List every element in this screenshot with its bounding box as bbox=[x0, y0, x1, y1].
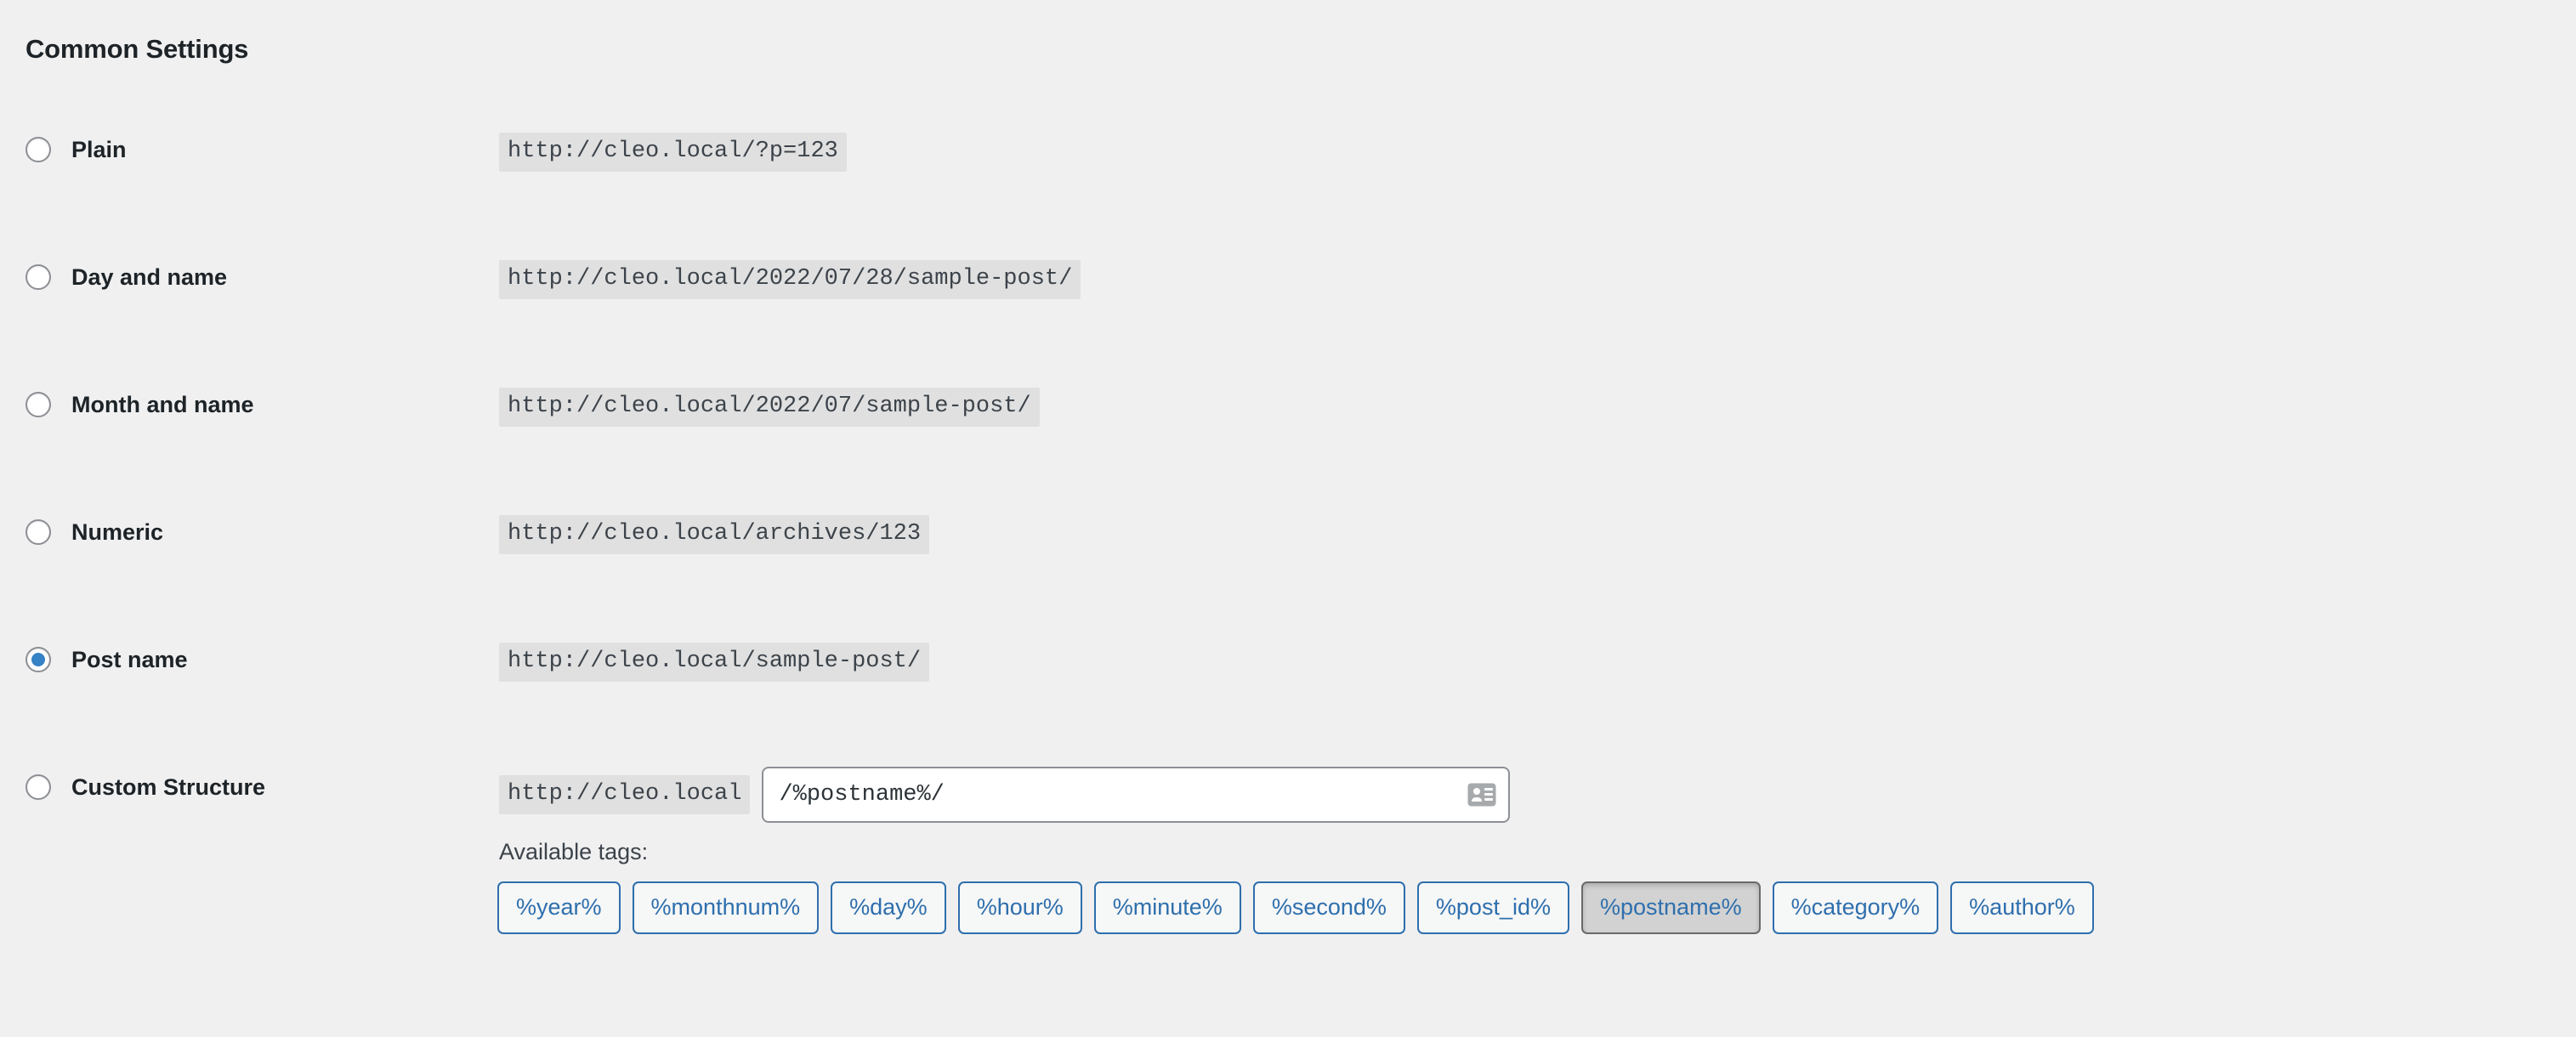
tag-button-year[interactable]: %year% bbox=[497, 881, 621, 934]
radio-label-custom-structure: Custom Structure bbox=[71, 776, 265, 799]
custom-structure-url-prefix: http://cleo.local bbox=[499, 775, 750, 814]
example-url-numeric: http://cleo.local/archives/123 bbox=[499, 515, 929, 554]
example-url-cell-month-and-name: http://cleo.local/2022/07/sample-post/ bbox=[499, 388, 1040, 427]
permalink-option-day-and-name[interactable]: Day and name bbox=[26, 262, 227, 292]
tag-button-post-id[interactable]: %post_id% bbox=[1417, 881, 1569, 934]
permalink-option-month-and-name[interactable]: Month and name bbox=[26, 389, 254, 420]
radio-label-day-and-name: Day and name bbox=[71, 266, 227, 289]
tag-button-author[interactable]: %author% bbox=[1950, 881, 2094, 934]
radio-label-post-name: Post name bbox=[71, 649, 188, 672]
permalink-option-row: Post name http://cleo.local/sample-post/ bbox=[0, 620, 2576, 748]
radio-label-numeric: Numeric bbox=[71, 521, 163, 544]
tag-button-day[interactable]: %day% bbox=[831, 881, 946, 934]
permalink-option-custom-structure[interactable]: Custom Structure bbox=[26, 772, 265, 802]
tag-button-postname[interactable]: %postname% bbox=[1581, 881, 1761, 934]
permalink-settings-table: Plain http://cleo.local/?p=123 Day and n… bbox=[0, 110, 2576, 748]
permalink-option-row: Plain http://cleo.local/?p=123 bbox=[0, 110, 2576, 238]
radio-numeric[interactable] bbox=[26, 519, 51, 545]
example-url-month-and-name: http://cleo.local/2022/07/sample-post/ bbox=[499, 388, 1040, 427]
custom-structure-input-cell: http://cleo.local bbox=[499, 767, 1510, 823]
radio-label-plain: Plain bbox=[71, 139, 127, 162]
permalink-option-plain[interactable]: Plain bbox=[26, 134, 127, 165]
tag-button-minute[interactable]: %minute% bbox=[1094, 881, 1241, 934]
example-url-plain: http://cleo.local/?p=123 bbox=[499, 133, 847, 172]
example-url-day-and-name: http://cleo.local/2022/07/28/sample-post… bbox=[499, 260, 1081, 299]
available-tags-label: Available tags: bbox=[499, 837, 648, 867]
contact-card-icon[interactable] bbox=[1467, 783, 1496, 807]
tag-button-hour[interactable]: %hour% bbox=[958, 881, 1082, 934]
permalink-option-numeric[interactable]: Numeric bbox=[26, 517, 163, 547]
page-title: Common Settings bbox=[26, 32, 248, 66]
example-url-cell-post-name: http://cleo.local/sample-post/ bbox=[499, 643, 929, 682]
radio-label-month-and-name: Month and name bbox=[71, 394, 254, 416]
radio-post-name[interactable] bbox=[26, 647, 51, 672]
custom-structure-input[interactable] bbox=[762, 767, 1510, 823]
radio-plain[interactable] bbox=[26, 137, 51, 162]
permalink-option-row: Day and name http://cleo.local/2022/07/2… bbox=[0, 238, 2576, 366]
example-url-post-name: http://cleo.local/sample-post/ bbox=[499, 643, 929, 682]
tag-button-category[interactable]: %category% bbox=[1773, 881, 1939, 934]
tag-button-second[interactable]: %second% bbox=[1253, 881, 1405, 934]
example-url-cell-numeric: http://cleo.local/archives/123 bbox=[499, 515, 929, 554]
example-url-cell-day-and-name: http://cleo.local/2022/07/28/sample-post… bbox=[499, 260, 1081, 299]
radio-month-and-name[interactable] bbox=[26, 392, 51, 417]
radio-custom-structure[interactable] bbox=[26, 774, 51, 800]
available-tags-list: %year% %monthnum% %day% %hour% %minute% … bbox=[497, 881, 2094, 934]
permalink-option-row: Month and name http://cleo.local/2022/07… bbox=[0, 366, 2576, 493]
radio-day-and-name[interactable] bbox=[26, 264, 51, 290]
tag-button-monthnum[interactable]: %monthnum% bbox=[633, 881, 820, 934]
permalink-option-row: Numeric http://cleo.local/archives/123 bbox=[0, 493, 2576, 620]
permalink-option-post-name[interactable]: Post name bbox=[26, 644, 188, 675]
example-url-cell-plain: http://cleo.local/?p=123 bbox=[499, 133, 847, 172]
